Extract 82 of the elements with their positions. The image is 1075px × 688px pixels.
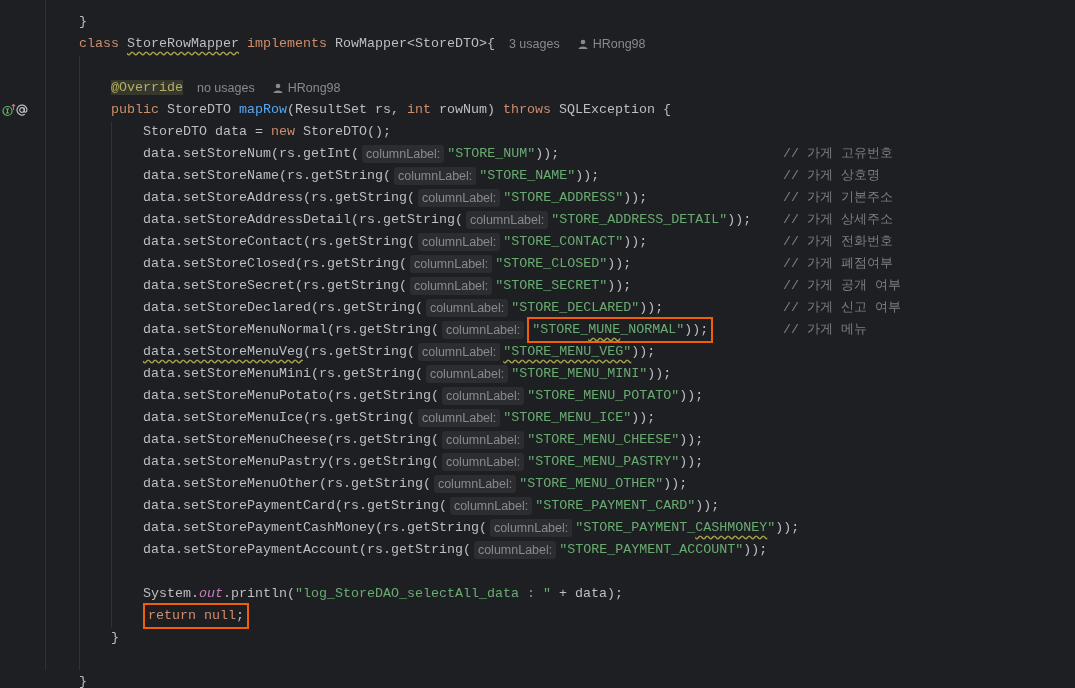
code-comment: // 가게 고유번호 [783,145,893,163]
code-text: "STORE_PAYMENT_CASHMONEY")); [575,519,800,537]
code-text: System.out.println("log_StoreDAO_selectAll_data : " + data); [143,585,623,603]
code-text: "STORE_MENU_PASTRY")); [527,453,704,471]
code-text: return null; [148,607,244,625]
code-text: data.setStoreDeclared(rs.getString( [143,299,423,317]
code-text: } [111,629,119,647]
code-text: data.setStoreName(rs.getString( [143,167,391,185]
code-text: "STORE_MENU_MINI")); [511,365,672,383]
code-text: class StoreRowMapper implements RowMapper<StoreDTO>{ [79,35,495,53]
code-text: data.setStoreMenuMini(rs.getString( [143,365,423,383]
code-comment: // 가게 폐점여부 [783,255,893,273]
inlay-hint: columnLabel: [425,365,509,383]
code-text: @Override [111,79,183,97]
code-text: "STORE_CONTACT")); [503,233,648,251]
inlay-hint: columnLabel: [417,189,501,207]
person-icon [272,83,283,93]
code-text: "STORE_DECLARED")); [511,299,664,317]
inlay-hint: columnLabel: [425,299,509,317]
code-text: "STORE_MUNE_NORMAL")); [532,321,709,339]
code-text: data.setStorePaymentCard(rs.getString( [143,497,447,515]
code-text: "STORE_ADDRESS")); [503,189,648,207]
code-text: data.setStoreContact(rs.getString( [143,233,415,251]
at-sign-icon[interactable] [15,103,29,117]
code-text: StoreDTO data = new StoreDTO(); [143,123,391,141]
code-text: "STORE_PAYMENT_CARD")); [535,497,720,515]
code-text: data.setStoreNum(rs.getInt( [143,145,359,163]
inlay-hint: columnLabel: [441,453,525,471]
code-text: "STORE_MENU_VEG")); [503,343,656,361]
inlay-hint: columnLabel: [489,519,573,537]
code-text: data.setStoreMenuOther(rs.getString( [143,475,431,493]
code-text: data.setStoreSecret(rs.getString( [143,277,407,295]
code-text: "STORE_MENU_ICE")); [503,409,656,427]
code-comment: // 가게 공개 여부 [783,277,901,295]
code-text: } [79,673,87,688]
code-text: data.setStoreAddress(rs.getString( [143,189,415,207]
inlay-hint: columnLabel: [441,431,525,449]
inlay-hint: columnLabel: [433,475,517,493]
inlay-hint: columnLabel: [409,277,493,295]
usage-count[interactable]: no usages [197,78,255,98]
inlay-hint: columnLabel: [417,409,501,427]
code-text: data.setStorePaymentCashMoney(rs.getString( [143,519,487,537]
code-text: data.setStoreMenuNormal(rs.getString( [143,321,439,339]
code-text: "STORE_MENU_CHEESE")); [527,431,704,449]
author-name[interactable]: HRong98 [287,78,341,98]
code-text: data.setStoreMenuPastry(rs.getString( [143,453,439,471]
inlay-hint: columnLabel: [393,167,477,185]
code-text: data.setStoreAddressDetail(rs.getString( [143,211,463,229]
person-icon [577,39,588,49]
code-text: public StoreDTO mapRow(ResultSet rs, int rowNum) throws SQLException { [111,101,671,119]
code-text: data.setStoreMenuVeg(rs.getString( [143,343,415,361]
code-comment: // 가게 상호명 [783,167,880,185]
code-text: data.setStorePaymentAccount(rs.getString( [143,541,471,559]
code-text: "STORE_MENU_OTHER")); [519,475,688,493]
code-text: "STORE_ADDRESS_DETAIL")); [551,211,752,229]
inlay-hint: columnLabel: [465,211,549,229]
code-text: "STORE_NAME")); [479,167,600,185]
code-text: "STORE_MENU_POTATO")); [527,387,704,405]
code-text: "STORE_SECRET")); [495,277,632,295]
code-text: data.setStoreMenuCheese(rs.getString( [143,431,439,449]
inlay-hint: columnLabel: [409,255,493,273]
code-text: data.setStoreClosed(rs.getString( [143,255,407,273]
code-comment: // 가게 상세주소 [783,211,893,229]
code-text: data.setStoreMenuPotato(rs.getString( [143,387,439,405]
code-comment: // 가게 메뉴 [783,321,867,339]
inlay-hint: columnLabel: [417,343,501,361]
inlay-hint: columnLabel: [361,145,445,163]
inlay-hint: columnLabel: [473,541,557,559]
code-comment: // 가게 신고 여부 [783,299,901,317]
code-text: "STORE_NUM")); [447,145,560,163]
inlay-hint: columnLabel: [449,497,533,515]
author-name[interactable]: HRong98 [592,34,646,54]
code-text: "STORE_PAYMENT_ACCOUNT")); [559,541,768,559]
code-text: } [79,13,87,31]
code-comment: // 가게 기본주소 [783,189,893,207]
usage-count[interactable]: 3 usages [508,34,560,54]
code-text: data.setStoreMenuIce(rs.getString( [143,409,415,427]
code-text: "STORE_CLOSED")); [495,255,632,273]
inlay-hint: columnLabel: [441,387,525,405]
inlay-hint: columnLabel: [441,321,525,339]
code-comment: // 가게 전화번호 [783,233,893,251]
inlay-hint: columnLabel: [417,233,501,251]
